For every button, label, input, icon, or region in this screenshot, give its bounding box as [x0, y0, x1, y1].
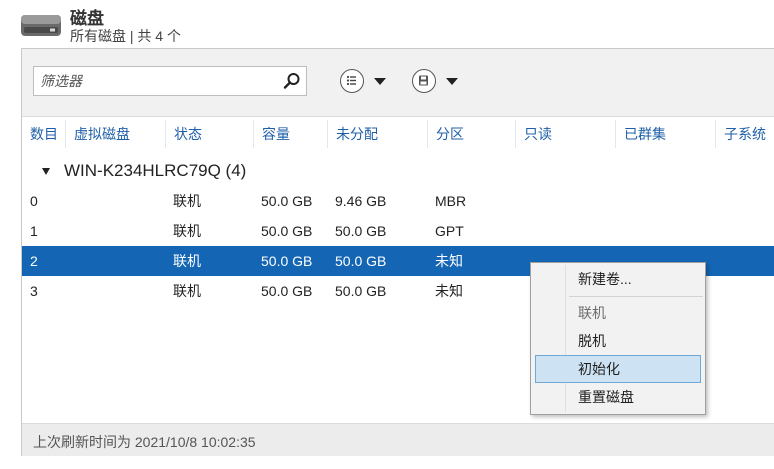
toolbar [22, 49, 774, 117]
disk-partition: 未知 [435, 253, 463, 269]
disk-status: 联机 [173, 253, 201, 269]
disk-capacity: 50.0 GB [261, 193, 313, 209]
column-header-number[interactable]: 数目 [22, 120, 65, 148]
column-header-status[interactable]: 状态 [165, 120, 253, 148]
disk-icon [21, 15, 61, 36]
column-header-partition[interactable]: 分区 [427, 120, 515, 148]
disk-unallocated: 50.0 GB [335, 283, 387, 299]
menu-item-new-volume[interactable]: 新建卷... [535, 265, 701, 293]
column-header-capacity[interactable]: 容量 [253, 120, 327, 148]
menu-item-reset-disk[interactable]: 重置磁盘 [535, 383, 701, 411]
column-header-unallocated[interactable]: 未分配 [327, 120, 427, 148]
view-options-button[interactable] [340, 69, 392, 95]
chevron-down-icon [374, 78, 386, 85]
disk-partition: GPT [435, 223, 464, 239]
page-subtitle: 所有磁盘 | 共 4 个 [70, 28, 181, 44]
page-header: 磁盘 所有磁盘 | 共 4 个 [0, 0, 774, 48]
last-refresh-text: 上次刷新时间为 2021/10/8 10:02:35 [33, 434, 256, 450]
disk-capacity: 50.0 GB [261, 283, 313, 299]
menu-item-online[interactable]: 联机 [535, 299, 701, 327]
filter-box [33, 66, 307, 96]
disk-partition: 未知 [435, 283, 463, 299]
disk-number: 0 [30, 193, 38, 209]
disk-capacity: 50.0 GB [261, 223, 313, 239]
disk-number: 3 [30, 283, 38, 299]
search-icon[interactable] [282, 71, 302, 91]
disk-number: 2 [30, 253, 38, 269]
disk-unallocated: 9.46 GB [335, 193, 387, 209]
context-menu: 新建卷... 联机 脱机 初始化 重置磁盘 [530, 262, 706, 415]
disk-unallocated: 50.0 GB [335, 223, 387, 239]
menu-item-initialize[interactable]: 初始化 [535, 355, 701, 383]
disk-status: 联机 [173, 193, 201, 209]
disk-status: 联机 [173, 223, 201, 239]
column-header-read-only[interactable]: 只读 [515, 120, 615, 148]
disk-partition: MBR [435, 193, 467, 209]
status-bar: 上次刷新时间为 2021/10/8 10:02:35 [22, 423, 774, 456]
column-header-subsystem[interactable]: 子系统 [715, 120, 774, 148]
server-group-label: WIN-K234HLRC79Q (4) [64, 161, 247, 180]
server-group-header[interactable]: WIN-K234HLRC79Q (4) [22, 157, 762, 187]
disk-capacity: 50.0 GB [261, 253, 313, 269]
filter-input[interactable] [34, 67, 274, 95]
chevron-down-icon [446, 78, 458, 85]
disk-unallocated: 50.0 GB [335, 253, 387, 269]
menu-item-offline[interactable]: 脱机 [535, 327, 701, 355]
disk-number: 1 [30, 223, 38, 239]
save-icon [412, 69, 436, 93]
column-header-virtual-disk[interactable]: 虚拟磁盘 [65, 120, 165, 148]
list-view-icon [340, 69, 364, 93]
table-row[interactable]: 0 联机 50.0 GB 9.46 GB MBR [22, 186, 774, 216]
save-options-button[interactable] [412, 69, 464, 95]
table-row[interactable]: 1 联机 50.0 GB 50.0 GB GPT [22, 216, 774, 246]
column-header-clustered[interactable]: 已群集 [615, 120, 715, 148]
collapse-caret-icon[interactable] [42, 168, 50, 175]
disk-status: 联机 [173, 283, 201, 299]
menu-separator [569, 296, 703, 297]
